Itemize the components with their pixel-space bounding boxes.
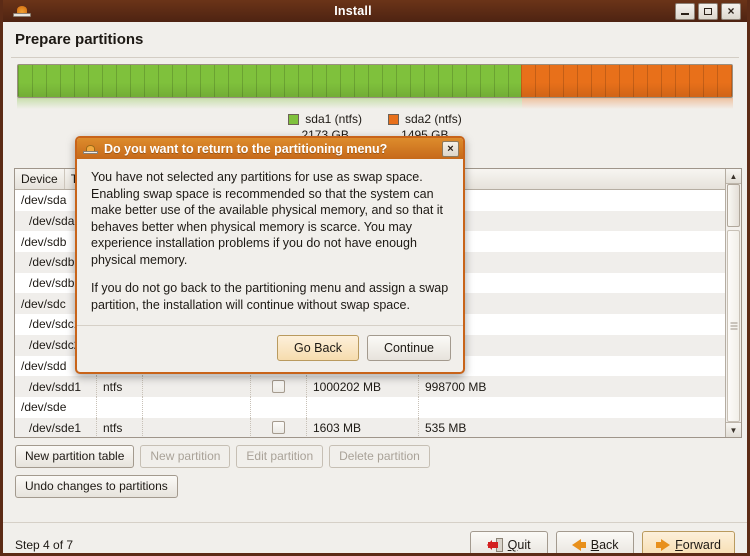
window-content: Prepare partitions sda1 (ntfs) 2173 GB sda…	[3, 22, 747, 553]
new-partition-table-button[interactable]: New partition table	[15, 445, 135, 469]
back-label-rest: ack	[599, 538, 619, 552]
legend-swatch-icon	[288, 113, 300, 125]
scrollbar-thumb-upper[interactable]	[727, 184, 740, 227]
undo-changes-button[interactable]: Undo changes to partitions	[15, 475, 178, 499]
back-button-label: Back	[590, 538, 619, 552]
scrollbar-grip-icon	[730, 322, 737, 330]
table-row[interactable]: /dev/sdd1 ntfs 1000202 MB 998700 MB	[15, 376, 725, 397]
forward-button[interactable]: Forward	[642, 531, 735, 553]
cell-used	[419, 397, 531, 418]
dialog-body: You have not selected any partitions for…	[77, 159, 463, 313]
cell-size: 1603 MB	[307, 417, 419, 437]
wizard-nav-buttons: Quit Back Forward	[470, 531, 735, 553]
installer-icon	[13, 3, 31, 19]
dialog-buttons: Go Back Continue	[77, 326, 463, 372]
cell-type: ntfs	[97, 417, 143, 437]
cell-mount-point	[143, 417, 251, 437]
cell-device: /dev/sdd1	[15, 376, 97, 397]
table-vertical-scrollbar[interactable]: ▲ ▼	[725, 169, 741, 437]
close-button[interactable]: ×	[721, 2, 741, 20]
table-row[interactable]: /dev/sde	[15, 396, 725, 418]
page-title: Prepare partitions	[15, 31, 144, 48]
cell-size	[307, 396, 419, 418]
window-titlebar: Install ×	[3, 0, 747, 22]
go-back-button[interactable]: Go Back	[277, 335, 359, 361]
dialog-title: Do you want to return to the partitionin…	[104, 141, 388, 156]
partition-bar-reflection	[17, 98, 733, 111]
table-row[interactable]: /dev/sde1 ntfs 1603 MB 535 MB	[15, 417, 725, 437]
scroll-down-icon[interactable]: ▼	[726, 422, 741, 437]
scroll-up-icon[interactable]: ▲	[726, 169, 741, 184]
maximize-button[interactable]	[698, 2, 718, 20]
cell-device: /dev/sde1	[15, 417, 97, 437]
partition-actions: New partition table New partition Edit p…	[15, 445, 430, 505]
exit-door-icon	[486, 538, 503, 552]
format-checkbox[interactable]	[272, 380, 285, 394]
cell-mount-point	[143, 376, 251, 397]
cell-format	[251, 396, 307, 418]
cell-size: 1000202 MB	[307, 376, 419, 397]
partition-segment-0	[18, 65, 522, 97]
cell-used: 998700 MB	[425, 379, 487, 394]
step-indicator: Step 4 of 7	[15, 538, 74, 552]
back-button[interactable]: Back	[556, 531, 635, 553]
column-header-device[interactable]: Device	[15, 169, 65, 189]
cell-type: ntfs	[97, 376, 143, 397]
partition-usage-bar	[17, 64, 733, 98]
cell-format[interactable]	[251, 417, 307, 437]
cell-mount-point	[143, 396, 251, 418]
partition-bar-section: sda1 (ntfs) 2173 GB sda2 (ntfs) 1495 GB	[3, 58, 747, 142]
cell-format[interactable]	[251, 376, 307, 397]
quit-button[interactable]: Quit	[470, 531, 549, 553]
arrow-left-icon	[571, 539, 586, 551]
arrow-right-icon	[656, 539, 671, 551]
new-partition-button[interactable]: New partition	[140, 445, 231, 469]
cell-used: 535 MB	[425, 420, 467, 435]
continue-button[interactable]: Continue	[366, 335, 451, 361]
edit-partition-button[interactable]: Edit partition	[236, 445, 324, 469]
quit-label-rest: uit	[517, 538, 531, 552]
dialog-paragraph-1: You have not selected any partitions for…	[91, 170, 444, 267]
scrollbar-track[interactable]	[726, 184, 741, 422]
dialog-titlebar: Do you want to return to the partitionin…	[77, 138, 463, 159]
install-window: Install × Prepare partitions sda1 (ntfs)…	[0, 0, 750, 556]
partition-segment-1	[521, 65, 732, 97]
legend-label: sda1 (ntfs)	[305, 112, 362, 126]
legend-swatch-icon	[388, 113, 399, 125]
forward-label-rest: orward	[682, 538, 721, 552]
dialog-close-icon[interactable]: ×	[442, 140, 459, 157]
cell-device: /dev/sde	[15, 396, 97, 418]
dialog-paragraph-2: If you do not go back to the partitionin…	[91, 281, 449, 312]
wizard-footer: Step 4 of 7 Quit Back Forward	[3, 523, 747, 553]
swap-warning-dialog: Do you want to return to the partitionin…	[75, 136, 465, 374]
window-title: Install	[334, 4, 372, 18]
delete-partition-button[interactable]: Delete partition	[329, 445, 430, 469]
cell-type	[97, 396, 143, 418]
installer-icon-small	[83, 142, 98, 155]
minimize-button[interactable]	[675, 2, 695, 20]
format-checkbox[interactable]	[272, 421, 285, 435]
forward-button-label: Forward	[675, 538, 721, 552]
legend-label: sda2 (ntfs)	[405, 112, 462, 126]
quit-button-label: Quit	[507, 538, 531, 552]
scrollbar-thumb[interactable]	[727, 230, 740, 422]
window-controls: ×	[675, 2, 741, 20]
